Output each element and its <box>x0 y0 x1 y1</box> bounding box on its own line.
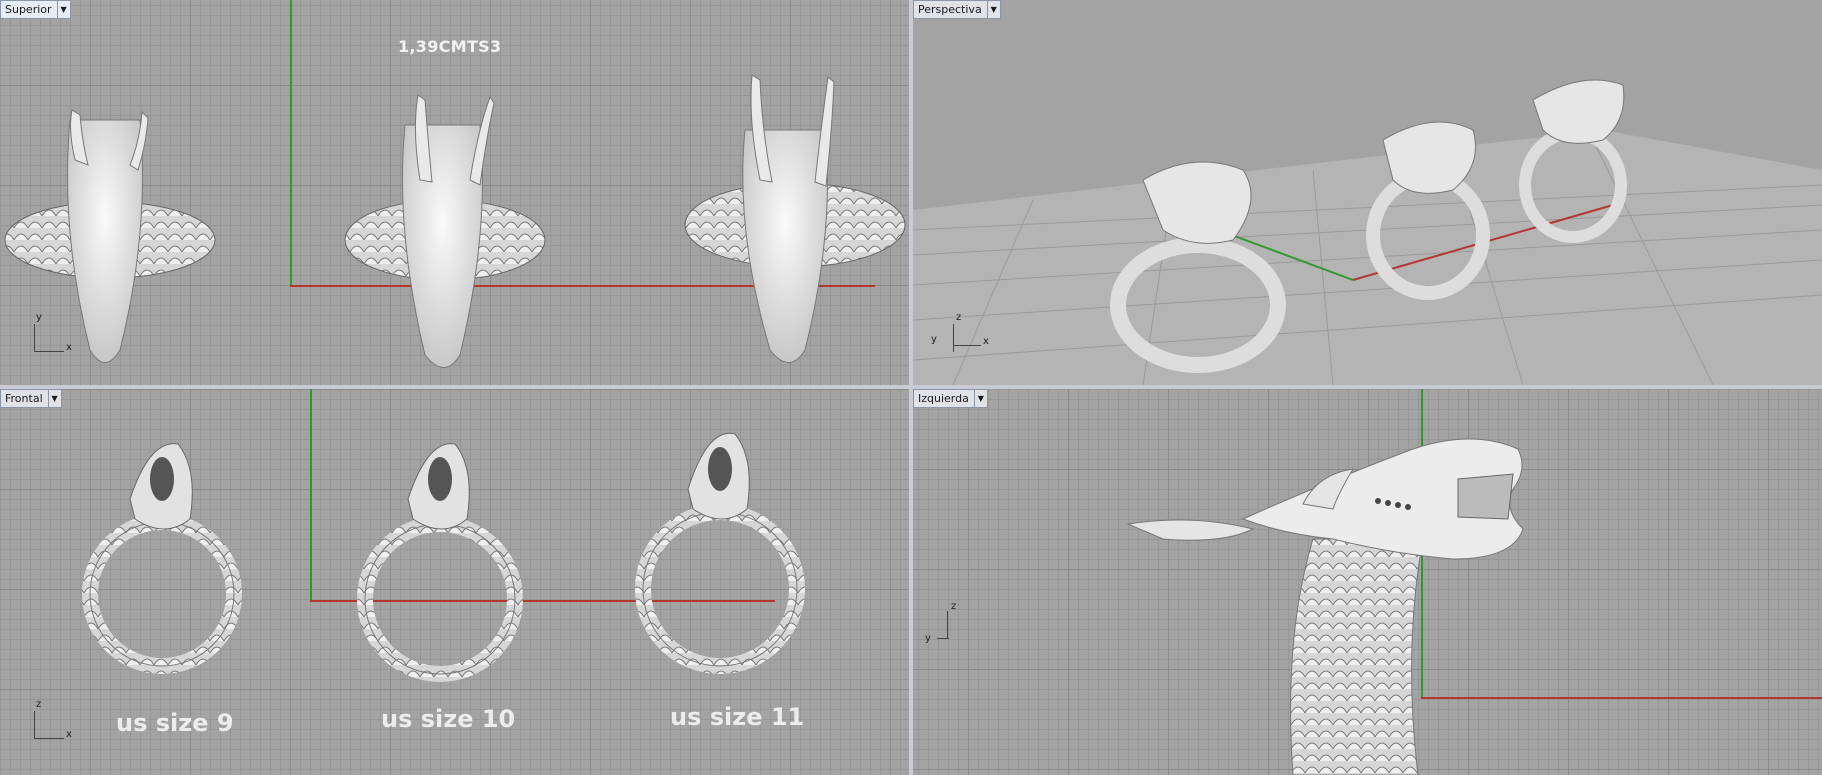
viewport-superior[interactable]: Superior ▼ 1,39CMTS3 y x <box>0 0 909 385</box>
triad-label-horizontal: y <box>925 633 931 644</box>
rhino-workspace: Superior ▼ 1,39CMTS3 y x Perspectiva ▼ z… <box>0 0 1822 775</box>
viewport-label-perspectiva[interactable]: Perspectiva ▼ <box>913 0 1001 19</box>
axis-triad: y x <box>30 312 80 353</box>
axis-triad: z y <box>925 599 985 649</box>
viewport-frontal[interactable]: Frontal ▼ us size 9 us size 10 us size 1… <box>0 389 909 775</box>
axis-triad: z y x <box>931 312 991 352</box>
triad-label-horizontal: x <box>66 729 72 740</box>
viewport-perspectiva[interactable]: Perspectiva ▼ z y x <box>913 0 1822 385</box>
viewport-izquierda[interactable]: Izquierda ▼ z y <box>913 389 1822 775</box>
triad-label-vertical: z <box>36 699 42 710</box>
axis-triad: z x <box>30 699 80 740</box>
perspective-grid <box>913 79 1822 385</box>
triad-label-vertical: z <box>951 601 957 612</box>
size-label-10: us size 10 <box>381 705 516 733</box>
viewport-divider-horizontal[interactable] <box>0 385 1822 389</box>
triad-label-left: y <box>931 334 937 345</box>
chevron-down-icon[interactable]: ▼ <box>986 1 1000 18</box>
dragon-head-top-2 <box>344 94 546 368</box>
triad-label-horizontal: x <box>66 342 72 353</box>
ring-front-size-10 <box>357 443 523 682</box>
dragon-head-top-3 <box>684 74 906 363</box>
triad-label-vertical: y <box>36 312 42 323</box>
ring-front-size-9 <box>82 443 242 674</box>
viewport-title: Perspectiva <box>918 3 982 16</box>
size-label-11: us size 11 <box>670 703 805 731</box>
dragon-ring-model[interactable] <box>0 0 909 385</box>
triad-label-vertical: z <box>956 312 962 323</box>
dragon-ring-model[interactable] <box>913 389 1822 775</box>
triad-label-horizontal: x <box>983 336 989 347</box>
ring-front-size-11 <box>635 432 805 674</box>
size-label-9: us size 9 <box>116 709 234 737</box>
